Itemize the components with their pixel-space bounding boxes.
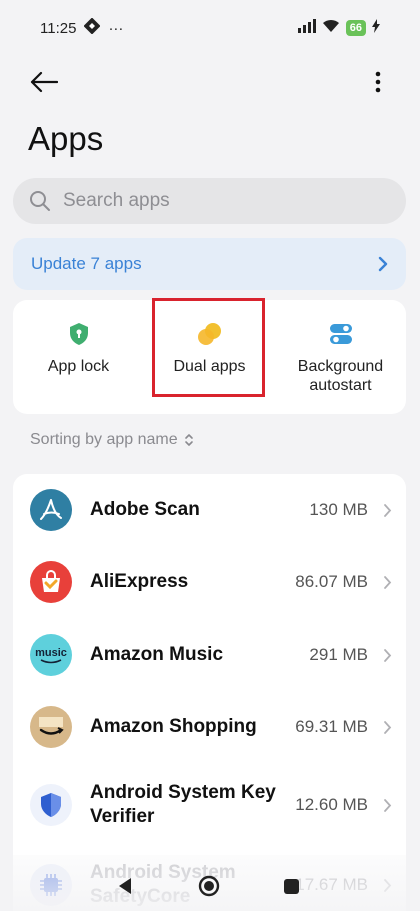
dual-apps-button[interactable]: Dual apps: [144, 300, 275, 414]
nav-recents-button[interactable]: [277, 872, 305, 900]
recents-square-icon: [283, 878, 299, 894]
status-time: 11:25: [40, 19, 77, 37]
app-name: Adobe Scan: [90, 499, 200, 520]
charging-icon: [372, 19, 380, 37]
app-name: Android System Key Verifier: [90, 782, 276, 827]
adobe-scan-icon: [30, 489, 72, 531]
app-row-amazon-shopping[interactable]: Amazon Shopping 69.31 MB: [13, 691, 406, 763]
top-bar: [0, 58, 420, 106]
app-size: 86.07 MB: [295, 572, 368, 591]
svg-text:music: music: [35, 647, 67, 659]
navigation-bar: [0, 866, 420, 906]
chevron-right-icon: [384, 798, 392, 812]
search-input[interactable]: [63, 190, 363, 212]
signal-icon: [297, 19, 316, 37]
chevron-right-icon: [384, 648, 392, 662]
battery-level: 66: [345, 20, 366, 36]
app-row-aliexpress[interactable]: AliExpress 86.07 MB: [13, 546, 406, 618]
nav-home-button[interactable]: [195, 872, 223, 900]
app-lock-label: App lock: [47, 358, 110, 375]
amazon-music-icon: music: [30, 634, 72, 676]
back-triangle-icon: [119, 878, 131, 894]
app-row-amazon-music[interactable]: music Amazon Music 291 MB: [13, 619, 406, 691]
sort-selector[interactable]: Sorting by app name: [30, 431, 194, 449]
app-lock-button[interactable]: App lock: [13, 300, 144, 414]
toggle-icon: [329, 324, 352, 344]
app-size: 69.31 MB: [295, 717, 368, 736]
background-autostart-button[interactable]: Background autostart: [275, 300, 406, 414]
chevron-right-icon: [384, 575, 392, 589]
search-icon: [30, 191, 50, 211]
status-bar: 11:25 ··· 66: [0, 0, 420, 56]
nav-back-button[interactable]: [112, 872, 140, 900]
app-row-adobe-scan[interactable]: Adobe Scan 130 MB: [13, 474, 406, 546]
shield-icon: [30, 784, 72, 826]
update-apps-banner[interactable]: Update 7 apps: [13, 238, 406, 290]
notification-icon: [83, 17, 101, 38]
aliexpress-icon: [30, 561, 72, 603]
update-apps-label: Update 7 apps: [31, 254, 142, 273]
status-left: 11:25 ···: [40, 17, 124, 38]
app-size: 291 MB: [309, 645, 368, 664]
app-size: 130 MB: [309, 500, 368, 519]
status-more-dots: ···: [108, 19, 124, 37]
more-options-button[interactable]: [362, 66, 394, 98]
app-tools-panel: App lock Dual apps Background autostart: [13, 300, 406, 414]
app-list: Adobe Scan 130 MB AliExpress 86.07 MB mu…: [13, 474, 406, 911]
wifi-icon: [322, 19, 340, 37]
app-size: 12.60 MB: [295, 795, 368, 814]
chevron-right-icon: [378, 256, 388, 272]
status-right: 66: [297, 19, 380, 37]
background-autostart-label: Background autostart: [297, 358, 384, 394]
home-circle-icon: [198, 875, 220, 897]
chevron-right-icon: [384, 503, 392, 517]
back-arrow-icon: [30, 71, 58, 93]
page-title: Apps: [28, 120, 104, 157]
shield-lock-icon: [69, 323, 88, 345]
amazon-shopping-icon: [30, 706, 72, 748]
chevron-right-icon: [384, 720, 392, 734]
dual-apps-label: Dual apps: [173, 358, 246, 375]
sort-label: Sorting by app name: [30, 431, 178, 448]
app-name: Amazon Music: [90, 644, 224, 665]
dual-circles-icon: [197, 323, 221, 345]
search-bar[interactable]: [13, 178, 406, 224]
app-name: Amazon Shopping: [90, 716, 257, 737]
sort-arrows-icon: [184, 434, 193, 446]
app-row-android-system-key-verifier[interactable]: Android System Key Verifier 12.60 MB: [13, 766, 406, 844]
more-vertical-icon: [375, 71, 381, 93]
back-button[interactable]: [28, 66, 60, 98]
app-name: AliExpress: [90, 571, 189, 592]
